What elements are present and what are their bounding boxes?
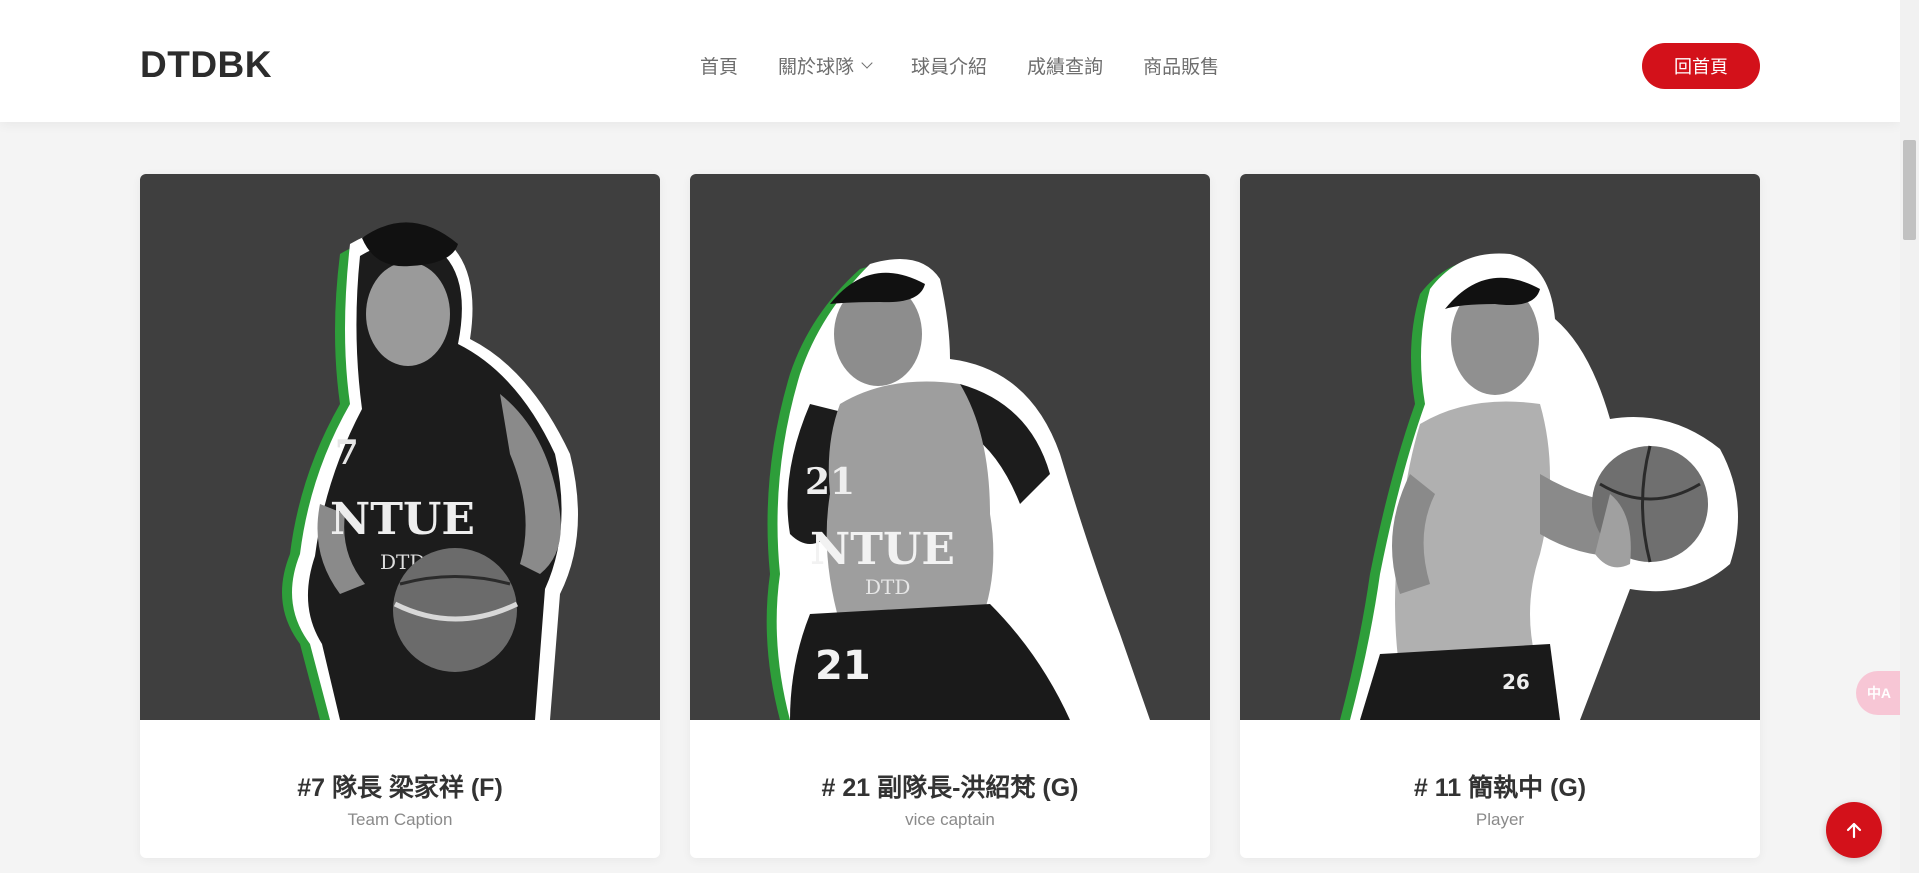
- player-role: vice captain: [905, 810, 995, 829]
- translate-icon: 中A: [1866, 685, 1892, 701]
- nav-item-label: 成績查詢: [1027, 57, 1104, 78]
- player-photo: 7 NTUE DTD: [140, 174, 660, 720]
- player-role: Player: [1475, 810, 1525, 829]
- home-button[interactable]: 回首頁: [1642, 43, 1760, 89]
- nav-item-label: 關於球隊: [778, 57, 855, 78]
- svg-text:NTUE: NTUE: [810, 524, 955, 575]
- player-role: Team Caption: [347, 810, 453, 829]
- scrollbar-thumb[interactable]: [1903, 140, 1916, 240]
- nav-item-results[interactable]: 成績查詢: [1027, 52, 1103, 79]
- site-logo[interactable]: DTDBK: [140, 44, 272, 86]
- svg-text:21: 21: [805, 461, 855, 503]
- svg-text:7: 7: [335, 433, 359, 473]
- player-name: # 21 副隊長-洪紹梵 (G): [821, 774, 1079, 802]
- chevron-down-icon: [861, 57, 873, 69]
- arrow-up-icon: [1846, 822, 1862, 839]
- site-header: DTDBK 首頁 關於球隊 球員介紹 成績查詢 商品販售 回首頁: [0, 0, 1900, 122]
- player-card[interactable]: 26 # 11 簡執中 (G) Player: [1240, 174, 1760, 858]
- svg-text:DTD: DTD: [865, 575, 910, 599]
- svg-text:21: 21: [815, 643, 871, 689]
- nav-item-label: 商品販售: [1143, 57, 1220, 78]
- svg-text:NTUE: NTUE: [330, 494, 475, 545]
- player-name: #7 隊長 梁家祥 (F): [297, 774, 503, 802]
- jersey-number: 26: [1502, 670, 1530, 694]
- translate-widget[interactable]: 中A: [1856, 671, 1902, 715]
- page-scrollbar[interactable]: [1900, 0, 1919, 873]
- back-to-top-button[interactable]: [1826, 802, 1882, 858]
- nav-item-shop[interactable]: 商品販售: [1143, 52, 1219, 79]
- player-name: # 11 簡執中 (G): [1413, 774, 1587, 802]
- player-photo: 26: [1240, 174, 1760, 720]
- nav-item-label: 首頁: [700, 57, 739, 78]
- nav-item-about-team[interactable]: 關於球隊: [778, 52, 873, 79]
- nav-item-home[interactable]: 首頁: [700, 52, 738, 79]
- player-card[interactable]: 7 NTUE DTD #7 隊長 梁家祥 (F) Team Caption: [140, 174, 660, 858]
- player-card[interactable]: 21 NTUE DTD 21 # 21 副隊長-洪紹梵 (G) vice cap…: [690, 174, 1210, 858]
- nav-item-players[interactable]: 球員介紹: [911, 52, 987, 79]
- player-photo: 21 NTUE DTD 21: [690, 174, 1210, 720]
- main-nav: 首頁 關於球隊 球員介紹 成績查詢 商品販售: [700, 52, 1259, 79]
- nav-item-label: 球員介紹: [911, 57, 988, 78]
